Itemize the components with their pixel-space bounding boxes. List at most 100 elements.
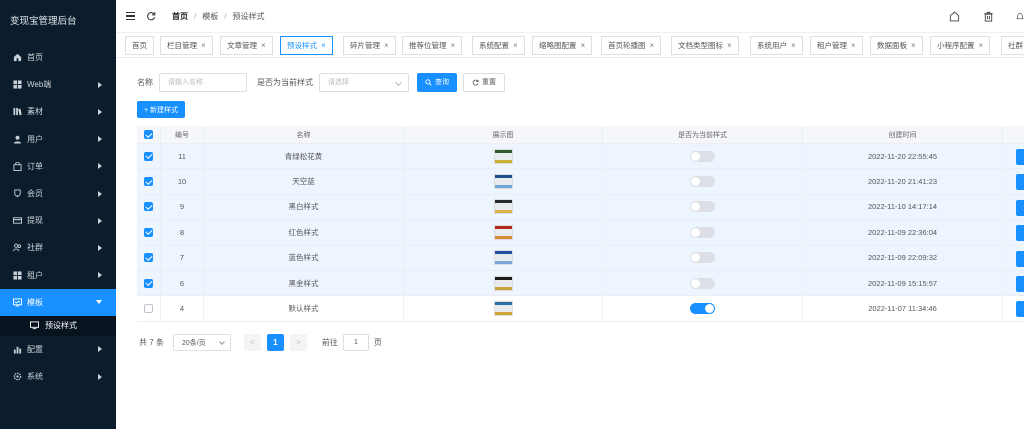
sidebar-item-order[interactable]: 订单 <box>0 153 116 180</box>
sidebar-item-home[interactable]: 首页 <box>0 44 116 71</box>
current-style-toggle[interactable] <box>690 201 715 213</box>
close-icon[interactable]: × <box>513 41 518 50</box>
tab-preset-style[interactable]: 预设样式 × <box>280 36 333 55</box>
edit-button[interactable] <box>1016 174 1024 191</box>
style-preview-thumbnail[interactable] <box>493 250 513 266</box>
row-checkbox[interactable] <box>144 253 153 263</box>
close-icon[interactable]: × <box>321 41 326 50</box>
menu-toggle-icon[interactable] <box>126 12 135 20</box>
row-checkbox[interactable] <box>144 278 153 288</box>
style-preview-thumbnail[interactable] <box>493 224 513 240</box>
style-preview-thumbnail[interactable] <box>493 199 513 215</box>
style-preview-thumbnail[interactable] <box>493 174 513 190</box>
reset-button-label: 重置 <box>482 79 496 86</box>
table-row[interactable]: 11 青绿松花黄 2022-11-20 22:55:45 <box>137 144 1024 170</box>
row-checkbox[interactable] <box>144 151 153 161</box>
current-style-toggle[interactable] <box>690 150 715 162</box>
goto-page-input[interactable]: 1 <box>342 334 369 351</box>
edit-button[interactable] <box>1016 225 1024 242</box>
sidebar-item-system[interactable]: 系统 <box>0 363 116 390</box>
table-row[interactable]: 10 天空蓝 2022-11-20 21:41:23 <box>137 169 1024 195</box>
table-row[interactable]: 7 蓝色样式 2022-11-09 22:09:32 <box>137 245 1024 271</box>
current-style-toggle[interactable] <box>690 252 715 264</box>
table-row[interactable]: 9 黑白样式 2022-11-10 14:17:14 <box>137 194 1024 221</box>
filter-bar: 名称 请输入名称 是否为当前样式 请选择 查询 重置 <box>137 72 505 92</box>
style-preview-thumbnail[interactable] <box>493 148 513 164</box>
bag-icon <box>12 161 22 171</box>
close-icon[interactable]: × <box>979 41 984 50</box>
breadcrumb-item[interactable]: 首页 <box>172 11 188 22</box>
current-style-toggle[interactable] <box>690 303 715 315</box>
tab-recommend-manage[interactable]: 推荐位管理 × <box>402 36 463 55</box>
style-preview-thumbnail[interactable] <box>493 301 513 317</box>
tab-system-config[interactable]: 系统配置 × <box>472 36 525 55</box>
table-row[interactable]: 6 黑金样式 2022-11-09 15:15:57 <box>137 270 1024 297</box>
bell-icon[interactable] <box>1016 11 1024 23</box>
close-icon[interactable]: × <box>650 41 655 50</box>
tab-system-user[interactable]: 系统用户 × <box>750 36 803 55</box>
close-icon[interactable]: × <box>581 41 586 50</box>
row-checkbox[interactable] <box>144 202 153 212</box>
tab-article-manage[interactable]: 文章管理 × <box>220 36 273 55</box>
select-all-checkbox[interactable] <box>144 130 153 139</box>
close-icon[interactable]: × <box>851 41 856 50</box>
sidebar-item-label: 配置 <box>27 344 43 354</box>
close-icon[interactable]: × <box>911 41 916 50</box>
name-input[interactable]: 请输入名称 <box>159 72 247 92</box>
new-style-button[interactable]: + 新建样式 <box>137 101 186 118</box>
current-style-toggle[interactable] <box>690 277 715 289</box>
edit-button[interactable] <box>1016 199 1024 216</box>
tab-tenant-manage[interactable]: 租户管理 × <box>810 36 863 55</box>
close-icon[interactable]: × <box>791 41 796 50</box>
tab-mini-program-config[interactable]: 小程序配置 × <box>930 36 991 55</box>
tab-data-panel[interactable]: 数据面板 × <box>870 36 923 55</box>
trash-icon[interactable] <box>982 11 994 23</box>
edit-button[interactable] <box>1016 275 1024 292</box>
style-preview-thumbnail[interactable] <box>493 275 513 291</box>
search-button[interactable]: 查询 <box>417 72 457 92</box>
current-style-toggle[interactable] <box>690 176 715 188</box>
sidebar-item-user[interactable]: 用户 <box>0 126 116 153</box>
tab-fragment-manage[interactable]: 碎片管理 × <box>343 36 396 55</box>
close-icon[interactable]: × <box>201 41 206 50</box>
table-row[interactable]: 4 默认样式 2022-11-07 11:34:46 <box>137 296 1024 322</box>
sidebar-item-material[interactable]: 素材 <box>0 98 116 125</box>
breadcrumb: 首页 / 模板 / 预设样式 <box>172 11 265 22</box>
close-icon[interactable]: × <box>384 41 389 50</box>
refresh-icon[interactable] <box>146 11 156 21</box>
sidebar-item-community[interactable]: 社群 <box>0 234 116 261</box>
sidebar-item-web[interactable]: Web端 <box>0 71 116 98</box>
page-number-current[interactable]: 1 <box>266 334 284 351</box>
edit-button[interactable] <box>1016 149 1024 165</box>
tab-community[interactable]: 社群 <box>1001 36 1024 55</box>
tab-column-manage[interactable]: 栏目管理 × <box>160 36 213 55</box>
reset-button[interactable]: 重置 <box>463 72 505 92</box>
edit-button[interactable] <box>1016 250 1024 267</box>
prev-page-button[interactable]: < <box>243 334 261 351</box>
row-checkbox[interactable] <box>144 227 153 237</box>
tab-label: 首页 <box>132 41 147 50</box>
edit-button[interactable] <box>1016 301 1024 318</box>
table-row[interactable]: 8 红色样式 2022-11-09 22:36:04 <box>137 220 1024 246</box>
page-size-select[interactable]: 20条/页 <box>172 334 231 351</box>
sidebar-item-member[interactable]: 会员 <box>0 180 116 207</box>
home-icon[interactable] <box>948 11 960 23</box>
tab-home-carousel[interactable]: 首页轮播图 × <box>601 36 662 55</box>
close-icon[interactable]: × <box>451 41 456 50</box>
next-page-button[interactable]: > <box>289 334 307 351</box>
sidebar-item-tenant[interactable]: 租户 <box>0 262 116 289</box>
tab-home[interactable]: 首页 <box>125 36 154 55</box>
tab-doc-type-icon[interactable]: 文档类型图标 × <box>671 36 739 55</box>
current-style-select[interactable]: 请选择 <box>319 72 409 92</box>
sidebar-subitem-preset-style[interactable]: 预设样式 <box>0 315 116 336</box>
sidebar-item-template[interactable]: 模板 <box>0 288 116 316</box>
sidebar-item-config[interactable]: 配置 <box>0 336 116 363</box>
close-icon[interactable]: × <box>727 41 732 50</box>
row-checkbox[interactable] <box>144 177 153 187</box>
current-style-toggle[interactable] <box>690 226 715 238</box>
tab-thumbnail-config[interactable]: 缩略图配置 × <box>532 36 593 55</box>
cell-id: 10 <box>161 169 204 194</box>
close-icon[interactable]: × <box>261 41 266 50</box>
sidebar-item-withdraw[interactable]: 提现 <box>0 207 116 234</box>
row-checkbox[interactable] <box>144 304 153 314</box>
